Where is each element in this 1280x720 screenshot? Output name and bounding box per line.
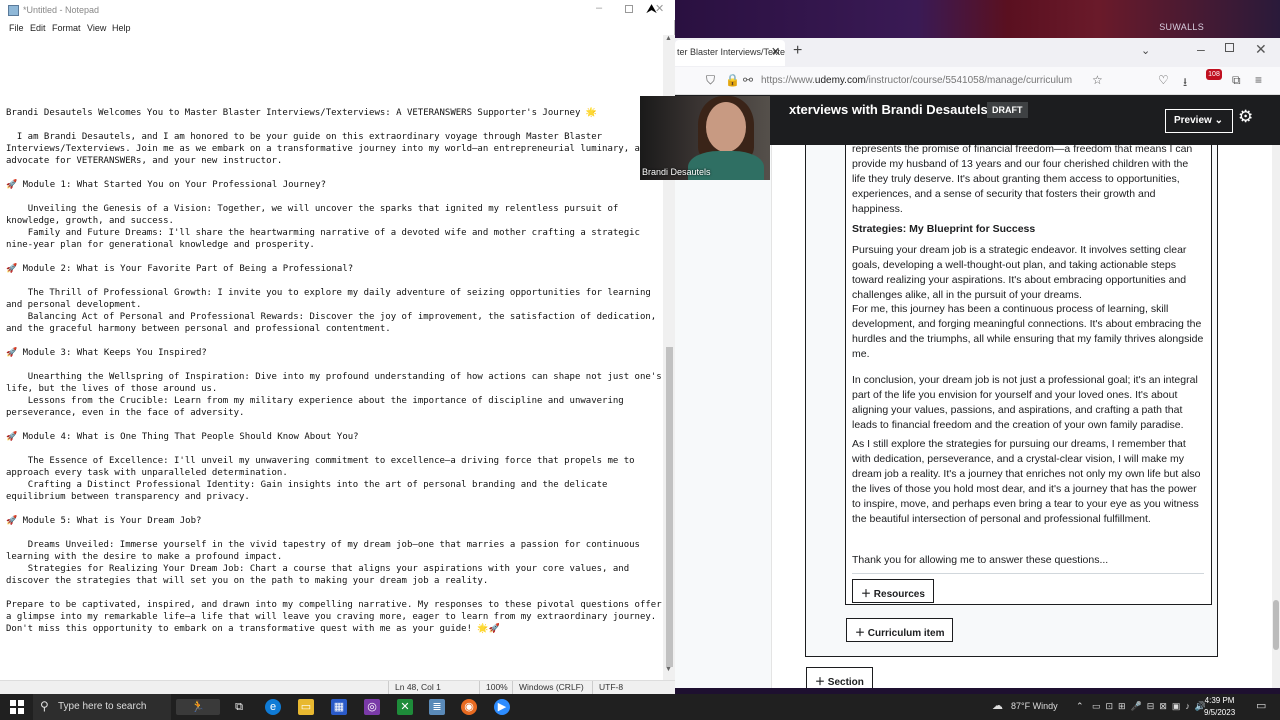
lock-icon[interactable]: 🔒 — [725, 73, 740, 87]
lecture-paragraph: Thank you for allowing me to answer thes… — [852, 554, 1109, 566]
lecture-paragraph: Pursuing your dream job is a strategic e… — [852, 244, 1187, 301]
webcam-name-label: Brandi Desautels — [642, 167, 711, 177]
weather-text[interactable]: 87°F Windy — [1011, 701, 1058, 711]
zoom-icon[interactable]: ▶ — [494, 699, 510, 715]
clock[interactable]: 4:39 PM 9/5/2023 — [1204, 695, 1235, 719]
course-title: xterviews with Brandi Desautels — [789, 102, 988, 117]
shield-icon[interactable]: ⛉ — [706, 73, 715, 88]
menu-view[interactable]: View — [87, 23, 106, 33]
chevron-down-icon[interactable]: ⌄ — [1141, 44, 1150, 57]
address-bar[interactable]: https://www.udemy.com/instructor/course/… — [761, 75, 1072, 86]
bookmark-star-icon[interactable]: ☆ — [1092, 73, 1103, 87]
clock-date: 9/5/2023 — [1204, 708, 1236, 717]
status-separator — [592, 681, 593, 695]
browser-tab[interactable]: ter Blaster Interviews/Texte ✕ — [675, 40, 785, 66]
task-view-icon[interactable]: ⧉ — [231, 699, 247, 715]
status-bar: Ln 48, Col 1 100% Windows (CRLF) UTF-8 — [0, 680, 675, 695]
search-icon: ⚲ — [40, 699, 49, 713]
desktop-background: SUWALLS — [675, 0, 1280, 38]
file-explorer-icon[interactable]: ▭ — [298, 699, 314, 715]
app-icon[interactable]: ◎ — [364, 699, 380, 715]
tab-close-icon[interactable]: ✕ — [771, 45, 780, 58]
browser-navbar: ⛉ 🔒 ⚯ https://www.udemy.com/instructor/c… — [675, 67, 1280, 95]
notifications-icon[interactable]: ▭ — [1256, 699, 1266, 712]
status-badge: DRAFT — [987, 102, 1028, 118]
maximize-icon[interactable] — [625, 5, 633, 13]
edge-icon[interactable]: e — [265, 699, 281, 715]
lecture-paragraph: In conclusion, your dream job is not jus… — [852, 374, 1198, 431]
curriculum-item-button[interactable]: ＋ Curriculum item — [846, 618, 954, 642]
status-separator — [512, 681, 513, 695]
lecture-paragraph: represents the promise of financial free… — [852, 145, 1193, 215]
desktop-label: SUWALLS — [1159, 22, 1204, 32]
search-placeholder: Type here to search — [58, 701, 147, 712]
close-icon[interactable]: ✕ — [1255, 41, 1267, 58]
lecture-heading: Strategies: My Blueprint for Success — [852, 223, 1036, 235]
curriculum-content: represents the promise of financial free… — [675, 145, 1272, 688]
status-separator — [479, 681, 480, 695]
taskbar-search[interactable]: ⚲ Type here to search — [33, 694, 171, 720]
cursor-position: Ln 48, Col 1 — [395, 682, 441, 692]
taskbar: ⚲ Type here to search 🏃 ⧉ e ▭ ▦ ◎ ✕ ≣ ◉ … — [0, 694, 1280, 720]
notepad-taskbar-icon[interactable]: ≣ — [429, 699, 445, 715]
extensions-icon[interactable]: ⧉ — [1232, 73, 1241, 88]
notepad-window: *Untitled - Notepad – ✕ ⮝ File Edit Form… — [0, 0, 675, 695]
extension-badge[interactable]: 108 — [1206, 69, 1222, 80]
mouse-cursor-icon: ⮝ — [646, 1, 658, 16]
page-scrollbar[interactable] — [1272, 145, 1280, 688]
maximize-icon[interactable] — [1225, 43, 1234, 52]
scrollbar-thumb[interactable] — [666, 347, 673, 667]
firefox-icon[interactable]: ◉ — [461, 699, 477, 715]
webcam-overlay: Brandi Desautels — [640, 96, 770, 180]
tray-icons[interactable]: ▭⊡⊞🎤⊟⊠▣♪🔊 — [1092, 701, 1211, 712]
menu-edit[interactable]: Edit — [30, 23, 46, 33]
windows-start-icon[interactable] — [10, 700, 24, 714]
scrollbar-thumb[interactable] — [1273, 600, 1279, 650]
tab-title: ter Blaster Interviews/Texte — [677, 47, 785, 57]
resources-button[interactable]: ＋ Resources — [852, 579, 934, 603]
menu-icon[interactable]: ≡ — [1255, 73, 1262, 87]
search-highlight-icon[interactable]: 🏃 — [176, 699, 220, 715]
xbox-icon[interactable]: ✕ — [397, 699, 413, 715]
line-ending: Windows (CRLF) — [519, 682, 584, 692]
minimize-icon[interactable]: – — [596, 2, 602, 14]
preview-button[interactable]: Preview ⌄ — [1165, 109, 1233, 133]
permissions-icon[interactable]: ⚯ — [743, 73, 753, 87]
notepad-titlebar: *Untitled - Notepad – ✕ ⮝ — [0, 0, 675, 20]
left-sidebar — [675, 145, 772, 688]
menu-format[interactable]: Format — [52, 23, 81, 33]
minimize-icon[interactable]: – — [1197, 41, 1205, 57]
menubar: File Edit Format View Help — [0, 20, 675, 35]
new-tab-icon[interactable]: + — [793, 42, 802, 60]
download-icon[interactable]: ⭳ — [1183, 73, 1187, 94]
notepad-icon — [8, 5, 19, 16]
pocket-icon[interactable]: ♡ — [1158, 73, 1169, 87]
encoding: UTF-8 — [599, 682, 624, 692]
webcam-person-face — [706, 102, 746, 152]
clock-time: 4:39 PM — [1204, 696, 1235, 705]
store-icon[interactable]: ▦ — [331, 699, 347, 715]
scroll-up-icon[interactable]: ▲ — [665, 35, 672, 42]
weather-icon[interactable]: ☁ — [992, 699, 1003, 712]
divider — [852, 573, 1204, 574]
status-separator — [388, 681, 389, 695]
window-title: *Untitled - Notepad — [23, 5, 100, 15]
lecture-paragraph: For me, this journey has been a continuo… — [852, 303, 1204, 360]
tray-chevron-icon[interactable]: ⌃ — [1076, 701, 1084, 712]
browser-tabbar: ter Blaster Interviews/Texte ✕ + ⌄ – ✕ — [675, 38, 1280, 67]
menu-file[interactable]: File — [9, 23, 24, 33]
lecture-paragraph: As I still explore the strategies for pu… — [852, 438, 1201, 525]
add-section-button[interactable]: ＋ Section — [806, 667, 873, 688]
scroll-down-icon[interactable]: ▼ — [665, 666, 672, 673]
text-editor[interactable]: Brandi Desautels Welcomes You to Master … — [6, 107, 662, 635]
zoom-level: 100% — [486, 682, 508, 692]
gear-icon[interactable]: ⚙ — [1238, 107, 1253, 127]
menu-help[interactable]: Help — [112, 23, 131, 33]
